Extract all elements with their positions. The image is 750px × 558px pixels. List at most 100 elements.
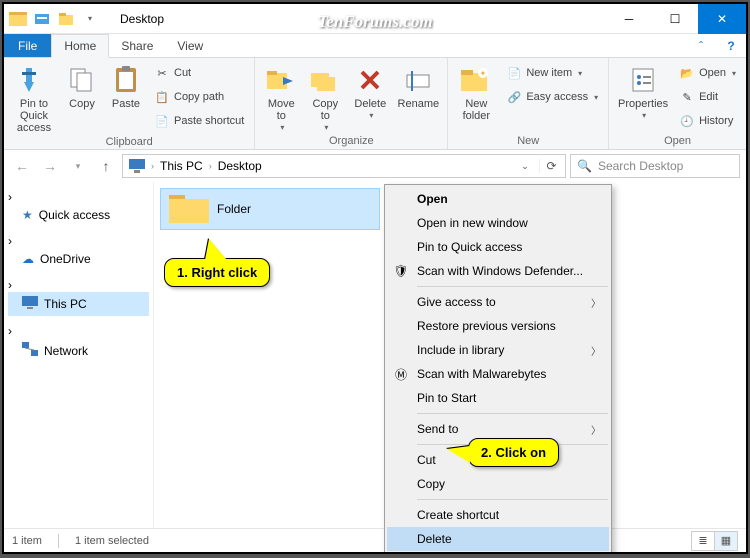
paste-shortcut-button[interactable]: 📄Paste shortcut xyxy=(150,110,248,132)
address-dropdown-button[interactable]: ⌄ xyxy=(513,154,537,178)
new-item-button[interactable]: 📄New item▾ xyxy=(502,62,602,84)
nav-quick-access[interactable]: ★Quick access xyxy=(8,204,149,226)
group-organize-label: Organize xyxy=(261,133,441,149)
copy-path-button[interactable]: 📋Copy path xyxy=(150,86,248,108)
easy-access-button[interactable]: 🔗Easy access▾ xyxy=(502,86,602,108)
callout-right-click: 1. Right click xyxy=(164,258,270,287)
copy-button[interactable]: Copy xyxy=(62,60,102,110)
help-button[interactable]: ? xyxy=(716,34,746,57)
tab-share[interactable]: Share xyxy=(109,34,165,57)
view-large-button[interactable]: ▦ xyxy=(714,531,738,551)
group-select: ☑Select all ☐Select none ◩Invert selecti… xyxy=(747,58,748,149)
ribbon-collapse-button[interactable]: ˆ xyxy=(686,34,716,57)
menu-item-pin-to-quick-access[interactable]: Pin to Quick access xyxy=(387,235,609,259)
refresh-button[interactable]: ⟳ xyxy=(539,159,563,173)
edit-button[interactable]: ✎Edit xyxy=(675,86,740,108)
tab-view[interactable]: View xyxy=(165,34,215,57)
address-pc-icon[interactable] xyxy=(125,159,149,173)
file-menu[interactable]: File xyxy=(4,34,51,57)
menu-item-create-shortcut[interactable]: Create shortcut xyxy=(387,503,609,527)
status-bar: 1 item 1 item selected ≣ ▦ xyxy=(4,528,746,552)
view-details-button[interactable]: ≣ xyxy=(691,531,715,551)
nav-onedrive[interactable]: ☁OneDrive xyxy=(8,248,149,270)
chevron-right-icon[interactable]: › xyxy=(8,234,12,248)
properties-icon xyxy=(627,64,659,96)
delete-button[interactable]: Delete▾ xyxy=(349,60,391,121)
menu-item-give-access-to[interactable]: Give access to〉 xyxy=(387,290,609,314)
crumb-desktop[interactable]: Desktop xyxy=(214,159,266,173)
pin-icon xyxy=(18,64,50,96)
menu-item-include-in-library[interactable]: Include in library〉 xyxy=(387,338,609,362)
address-row: ← → ▾ ↑ › This PC › Desktop ⌄ ⟳ 🔍 Search… xyxy=(4,150,746,182)
minimize-button[interactable]: ─ xyxy=(606,4,652,34)
pin-label: Pin to Quick access xyxy=(10,98,58,134)
callout-click-on: 2. Click on xyxy=(468,438,559,467)
move-to-icon xyxy=(265,64,297,96)
tab-home[interactable]: Home xyxy=(51,34,109,58)
mb-icon: Ⓜ xyxy=(393,366,409,382)
main-area: › ★Quick access › ☁OneDrive › This PC › … xyxy=(4,182,746,530)
chevron-right-icon[interactable]: › xyxy=(8,324,12,338)
qat-properties-icon[interactable] xyxy=(30,7,54,31)
group-clipboard: Pin to Quick access Copy Paste ✂Cut 📋Cop… xyxy=(4,58,255,149)
folder-item[interactable]: Folder xyxy=(160,188,380,230)
pin-quick-access-button[interactable]: Pin to Quick access xyxy=(10,60,58,134)
chevron-right-icon[interactable]: › xyxy=(151,161,154,171)
menu-item-restore-previous-versions[interactable]: Restore previous versions xyxy=(387,314,609,338)
menu-item-copy[interactable]: Copy xyxy=(387,472,609,496)
maximize-button[interactable]: ☐ xyxy=(652,4,698,34)
move-to-button[interactable]: Move to▾ xyxy=(261,60,301,133)
ribbon: Pin to Quick access Copy Paste ✂Cut 📋Cop… xyxy=(4,58,746,150)
chevron-right-icon[interactable]: › xyxy=(8,278,12,292)
nav-back-button[interactable]: ← xyxy=(10,154,34,178)
qat-newfolder-icon[interactable] xyxy=(54,7,78,31)
new-folder-icon: ✦ xyxy=(460,64,492,96)
open-button[interactable]: 📂Open▾ xyxy=(675,62,740,84)
shield-icon: 🛡 xyxy=(393,263,409,279)
menu-item-pin-to-start[interactable]: Pin to Start xyxy=(387,386,609,410)
paste-button[interactable]: Paste xyxy=(106,60,146,110)
group-clipboard-label: Clipboard xyxy=(10,134,248,150)
nav-this-pc[interactable]: This PC xyxy=(8,292,149,316)
menu-item-open-in-new-window[interactable]: Open in new window xyxy=(387,211,609,235)
group-open: Properties▾ 📂Open▾ ✎Edit 🕘History Open xyxy=(609,58,747,149)
group-new: ✦ New folder 📄New item▾ 🔗Easy access▾ Ne… xyxy=(448,58,609,149)
chevron-right-icon: 〉 xyxy=(591,295,601,310)
menu-item-scan-with-windows-defender[interactable]: 🛡Scan with Windows Defender... xyxy=(387,259,609,283)
new-folder-button[interactable]: ✦ New folder xyxy=(454,60,498,122)
properties-button[interactable]: Properties▾ xyxy=(615,60,671,121)
rename-button[interactable]: Rename xyxy=(395,60,441,110)
folder-icon xyxy=(169,193,209,225)
search-box[interactable]: 🔍 Search Desktop xyxy=(570,154,740,178)
app-icon xyxy=(6,7,30,31)
copy-to-button[interactable]: Copy to▾ xyxy=(305,60,345,133)
open-icon: 📂 xyxy=(679,65,695,81)
menu-item-rename[interactable]: Rename xyxy=(387,551,609,554)
rename-icon xyxy=(402,64,434,96)
crumb-this-pc[interactable]: This PC xyxy=(156,159,207,173)
nav-network[interactable]: Network xyxy=(8,338,149,363)
group-new-label: New xyxy=(454,133,602,149)
status-selected-count: 1 item selected xyxy=(75,535,149,547)
copy-path-icon: 📋 xyxy=(154,89,170,105)
nav-recent-button[interactable]: ▾ xyxy=(66,154,90,178)
menu-item-delete[interactable]: Delete xyxy=(387,527,609,551)
search-placeholder: Search Desktop xyxy=(598,159,683,173)
menu-item-open[interactable]: Open xyxy=(387,187,609,211)
menu-separator xyxy=(417,413,608,414)
group-open-label: Open xyxy=(615,133,740,149)
scissors-icon: ✂ xyxy=(154,65,170,81)
chevron-right-icon: 〉 xyxy=(591,343,601,358)
address-bar[interactable]: › This PC › Desktop ⌄ ⟳ xyxy=(122,154,566,178)
menu-item-scan-with-malwarebytes[interactable]: ⓂScan with Malwarebytes xyxy=(387,362,609,386)
explorer-window: TenForums.com ▾ Desktop ─ ☐ ✕ File Home … xyxy=(2,2,748,554)
close-button[interactable]: ✕ xyxy=(698,4,746,34)
history-button[interactable]: 🕘History xyxy=(675,110,740,132)
network-icon xyxy=(22,342,38,359)
nav-up-button[interactable]: ↑ xyxy=(94,154,118,178)
qat-dropdown-icon[interactable]: ▾ xyxy=(78,7,102,31)
cut-button[interactable]: ✂Cut xyxy=(150,62,248,84)
chevron-right-icon[interactable]: › xyxy=(8,190,12,204)
nav-forward-button[interactable]: → xyxy=(38,154,62,178)
chevron-right-icon[interactable]: › xyxy=(209,161,212,171)
